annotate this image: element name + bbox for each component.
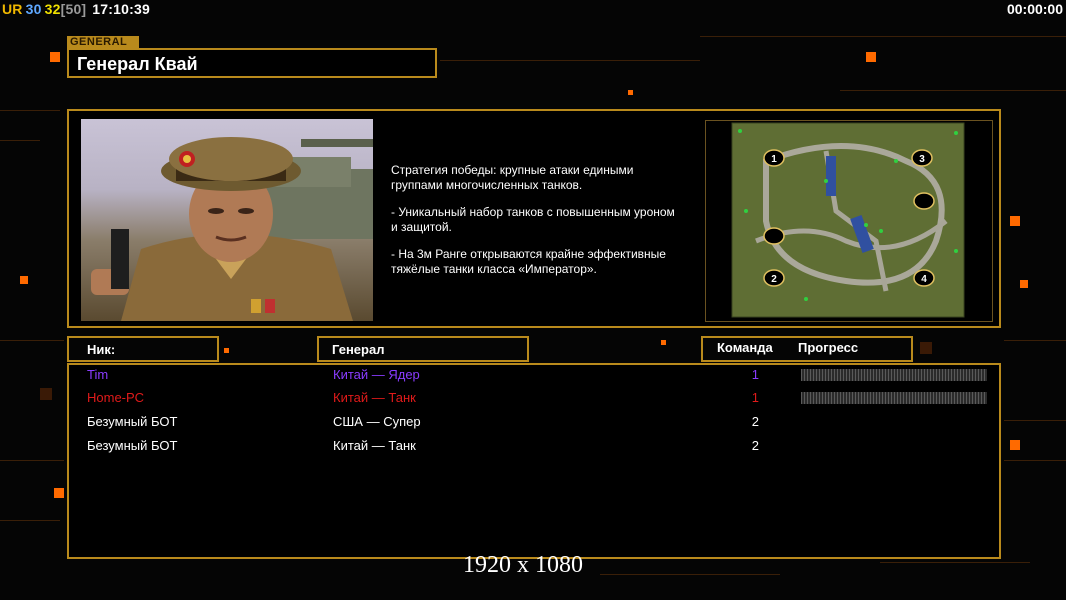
hud-clock: 17:10:39 (92, 1, 150, 17)
player-general: Китай — Ядер (333, 367, 420, 382)
general-name: Генерал Квай (77, 54, 198, 74)
strategy-description: Стратегия победы: крупные атаки едиными … (391, 163, 701, 289)
map-preview: 1 2 3 4 (705, 120, 993, 322)
game-timer: 00:00:00 (1006, 1, 1063, 17)
strategy-line-2: - Уникальный набор танков с повышенным у… (391, 205, 675, 234)
hud-ur-tag: UR (2, 1, 23, 17)
player-progress-bar (801, 392, 987, 404)
general-header: Генерал (332, 342, 385, 357)
player-row[interactable]: Безумный БОТ Китай — Танк 2 (87, 438, 987, 456)
player-general: Китай — Танк (333, 390, 416, 405)
fps-counter: UR 30 32[50] 17:10:39 (2, 1, 153, 17)
player-nick: Безумный БОТ (87, 438, 178, 453)
general-info-panel: Стратегия победы: крупные атаки едиными … (67, 109, 1001, 328)
nick-header-box: Ник: (67, 336, 219, 362)
team-progress-header-box: Команда Прогресс (701, 336, 913, 362)
player-progress-bar (801, 369, 987, 381)
hud-fps2: 32 (44, 1, 61, 17)
player-roster: Tim Китай — Ядер 1 Home-PC Китай — Танк … (67, 363, 1001, 559)
map-spawn-2: 2 (771, 274, 777, 285)
player-row[interactable]: Безумный БОТ США — Супер 2 (87, 414, 987, 432)
general-header-box: Генерал (317, 336, 529, 362)
map-spawn-1: 1 (771, 154, 777, 165)
general-portrait (81, 119, 373, 321)
player-nick: Безумный БОТ (87, 414, 178, 429)
player-team: 2 (751, 414, 759, 429)
map-spawn-4: 4 (921, 274, 927, 285)
map-spawn-3: 3 (919, 154, 925, 165)
player-nick: Home-PC (87, 390, 145, 405)
hud-fps: 30 (25, 1, 42, 17)
resolution-label: 1920 x 1080 (463, 552, 583, 578)
player-general: Китай — Танк (333, 438, 416, 453)
player-team: 1 (751, 390, 759, 405)
player-row[interactable]: Home-PC Китай — Танк 1 (87, 390, 987, 408)
player-nick: Tim (87, 367, 109, 382)
general-title-box: Генерал Квай (67, 48, 437, 78)
player-team: 1 (751, 367, 759, 382)
team-header: Команда (717, 340, 773, 355)
nick-header: Ник: (87, 342, 116, 357)
player-row[interactable]: Tim Китай — Ядер 1 (87, 367, 987, 385)
strategy-line-1: Стратегия победы: крупные атаки едиными … (391, 163, 634, 192)
progress-header: Прогресс (798, 340, 859, 355)
hud-fps-cap: [50] (60, 1, 87, 17)
player-team: 2 (751, 438, 759, 453)
player-general: США — Супер (333, 414, 421, 429)
strategy-line-3: - На 3м Ранге открываются крайне эффекти… (391, 247, 666, 276)
